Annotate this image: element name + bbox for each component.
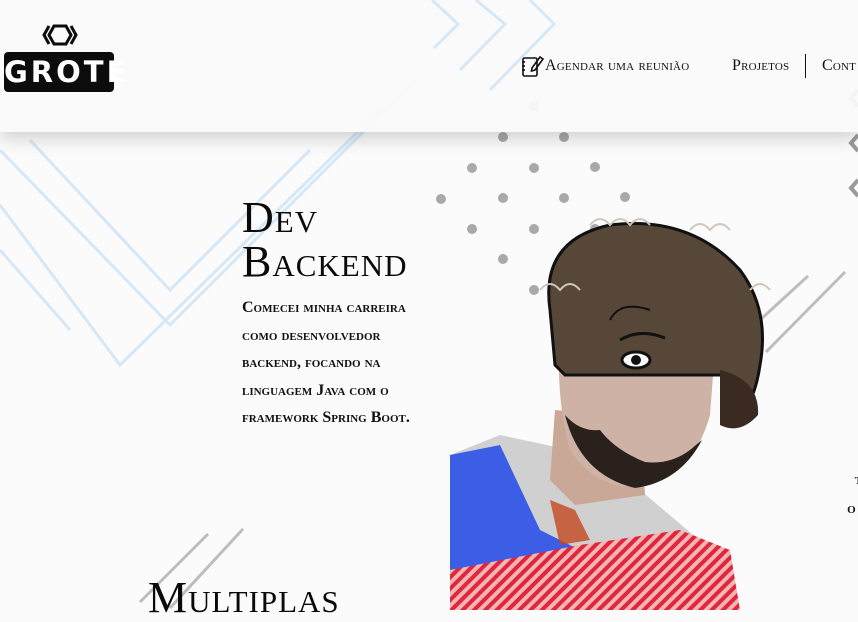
nav-link-projects[interactable]: Projetos [732,57,789,75]
hexagon-logo-icon [42,24,78,46]
side-text-line2: tra [818,465,858,494]
side-text-block: A tra o mu [818,436,858,523]
nav-divider [805,54,806,78]
site-header: GROTE Agendar uma reunião Projetos Cont [0,0,858,132]
nav-link-contact[interactable]: Cont [822,57,856,75]
brand-logo[interactable]: GROTE [4,22,126,94]
hero-title: Dev Backend [242,196,408,284]
side-text-line3: o mu [847,500,858,517]
notepad-edit-icon [522,55,544,77]
side-text-line1: A [818,436,858,465]
hero-title-line2: Backend [242,237,408,286]
developer-portrait [450,218,771,610]
hero-description: Comecei minha carreira como desenvolvedo… [242,299,410,426]
logo-wordmark: GROTE [4,52,126,92]
schedule-meeting-label: Agendar uma reunião [545,57,690,74]
section-title: Multiplas [148,573,340,622]
schedule-meeting-link[interactable]: Agendar uma reunião [520,54,689,78]
hero-title-line1: Dev [242,193,319,242]
